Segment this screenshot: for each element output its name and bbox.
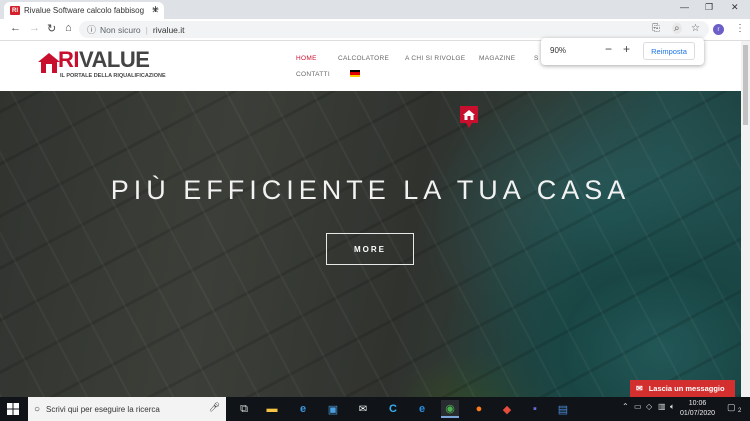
house-logo-icon (38, 53, 60, 73)
cortana-c-icon[interactable]: C (384, 400, 402, 418)
profile-avatar[interactable]: r (713, 24, 724, 35)
envelope-icon: ✉ (636, 384, 643, 393)
logo-wordmark: RIVALUE (58, 47, 150, 73)
store-icon[interactable]: ▣ (324, 400, 342, 418)
volume-icon[interactable]: 🔈︎ (670, 402, 675, 412)
more-button[interactable]: MORE (326, 233, 414, 265)
chat-message-button[interactable]: ✉ Lascia un messaggio (630, 380, 735, 397)
battery-icon[interactable]: ▭ (634, 402, 642, 411)
nav-a-chi-si-rivolge[interactable]: A CHI SI RIVOLGE (405, 55, 465, 62)
notification-count: 2 (738, 408, 742, 414)
logo-value: VALUE (79, 47, 150, 72)
edge-icon[interactable]: e (413, 400, 431, 418)
clock-date: 01/07/2020 (680, 410, 716, 417)
nav-calcolatore[interactable]: CALCOLATORE (338, 55, 389, 62)
taskbar-search-box[interactable]: ○ Scrivi qui per eseguire la ricerca 🎤︎ (28, 397, 226, 421)
zoom-popup: 90% − + Reimposta (541, 38, 704, 65)
zoom-reset-button[interactable]: Reimposta (643, 42, 695, 60)
bookmark-star-icon[interactable]: ☆ (691, 23, 700, 34)
back-arrow-icon[interactable]: ← (10, 22, 21, 34)
firefox-icon[interactable]: ● (470, 400, 488, 418)
zoom-magnifier-icon[interactable]: ⌕ (672, 23, 682, 34)
windows-taskbar: ○ Scrivi qui per eseguire la ricerca 🎤︎ … (0, 397, 750, 421)
chrome-icon[interactable]: ◉ (441, 400, 459, 418)
taskbar-search-placeholder: Scrivi qui per eseguire la ricerca (46, 404, 160, 414)
chat-label: Lascia un messaggio (648, 384, 725, 393)
mail-icon[interactable]: ✉ (354, 400, 372, 418)
map-pin-house-icon (460, 106, 478, 128)
home-icon[interactable]: ⌂ (65, 22, 72, 34)
document-app-icon[interactable]: ▤ (554, 400, 572, 418)
german-flag-icon[interactable] (350, 70, 360, 77)
new-tab-plus-icon[interactable]: + (152, 2, 159, 16)
taskbar-clock[interactable]: 10:06 01/07/2020 (680, 399, 715, 419)
dropbox-icon[interactable]: ◇ (646, 402, 652, 411)
tray-up-arrow-icon[interactable]: ⌃ (622, 402, 629, 411)
nav-partial[interactable]: S (534, 55, 539, 62)
zoom-in-button[interactable]: + (623, 42, 630, 56)
search-icon: ○ (34, 403, 41, 415)
logo-tagline: IL PORTALE DELLA RIQUALIFICAZIONE (60, 73, 166, 79)
windows-start-icon[interactable] (7, 403, 19, 415)
restore-window-icon[interactable]: ❐ (705, 2, 713, 13)
tab-title: Rivalue Software calcolo fabbisog (24, 6, 144, 15)
translate-icon[interactable]: ⎘ (652, 23, 660, 34)
address-bar[interactable]: ⓘ Non sicuro | rivalue.it (79, 21, 709, 38)
microphone-icon[interactable]: 🎤︎ (209, 402, 220, 413)
site-favicon-icon: RI (10, 6, 20, 15)
scrollbar-thumb[interactable] (743, 45, 748, 125)
nav-contatti[interactable]: CONTATTI (296, 71, 330, 78)
hero-title: PIÙ EFFICIENTE LA TUA CASA (110, 175, 631, 205)
nav-magazine[interactable]: MAGAZINE (479, 55, 515, 62)
reload-icon[interactable]: ↻ (47, 22, 56, 35)
teams-icon[interactable]: ▪ (526, 400, 544, 418)
browser-tab[interactable]: RI Rivalue Software calcolo fabbisog ✕ (4, 2, 164, 19)
edge-legacy-icon[interactable]: e (294, 400, 312, 418)
forward-arrow-icon[interactable]: → (29, 22, 40, 34)
info-icon[interactable]: ⓘ (87, 23, 96, 36)
browser-tab-strip: RI Rivalue Software calcolo fabbisog ✕ +… (0, 0, 750, 19)
app-icon[interactable]: ◆ (498, 400, 516, 418)
notification-icon[interactable]: ▢ (727, 402, 736, 413)
browser-menu-icon[interactable]: ⋮ (735, 23, 745, 34)
clock-time: 10:06 (688, 400, 707, 407)
url-separator: | (145, 24, 148, 35)
network-icon[interactable]: ▥ (658, 402, 666, 411)
nav-home[interactable]: HOME (296, 55, 317, 62)
security-status: Non sicuro (100, 24, 141, 35)
close-window-icon[interactable]: ✕ (731, 2, 739, 13)
url-text: rivalue.it (152, 24, 185, 35)
zoom-level: 90% (550, 46, 567, 55)
zoom-out-button[interactable]: − (605, 42, 612, 56)
rivalue-logo[interactable]: RIVALUE IL PORTALE DELLA RIQUALIFICAZION… (38, 47, 178, 83)
logo-ri: RI (58, 47, 80, 72)
file-explorer-icon[interactable]: ▬ (263, 400, 281, 418)
task-view-icon[interactable]: ⧉ (235, 400, 253, 418)
minimize-window-icon[interactable]: — (680, 2, 689, 12)
hero-banner: PIÙ EFFICIENTE LA TUA CASA MORE (0, 91, 741, 397)
